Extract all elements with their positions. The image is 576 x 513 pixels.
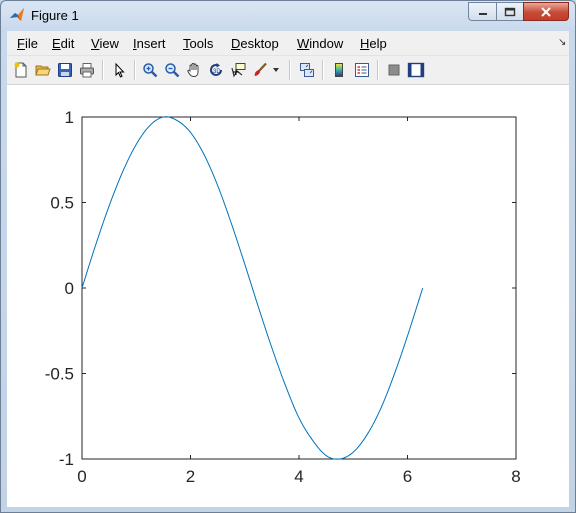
save-icon [58,63,72,77]
figure-window: Figure 1 File Edit View Insert Tools Des… [0,0,576,513]
print-icon [80,63,94,78]
maximize-button[interactable] [496,2,523,21]
insert-legend-icon [355,63,369,77]
menu-help[interactable]: Help [360,36,387,51]
menu-view[interactable]: View [91,36,119,51]
brush-dropdown[interactable] [270,60,282,80]
brush-icon [254,62,267,76]
close-icon [541,6,551,17]
insert-colorbar-icon [335,63,343,77]
figure-canvas[interactable]: 0 2 4 6 8 1 0.5 0 -0.5 -1 [7,85,569,507]
y-tick-label: -1 [59,450,74,469]
insert-legend-button[interactable] [352,60,372,80]
link-plot-button[interactable] [297,60,317,80]
x-tick-label: 6 [403,467,412,486]
x-tick-label: 8 [511,467,520,486]
rotate-3d-button[interactable]: 3D [206,60,226,80]
menu-edit[interactable]: Edit [52,36,74,51]
data-cursor-icon [231,63,246,78]
new-figure-button[interactable] [11,60,31,80]
new-figure-icon [14,62,27,78]
window-title: Figure 1 [31,8,79,23]
x-tick-label: 2 [186,467,195,486]
minimize-button[interactable] [468,2,496,21]
minimize-icon [478,12,487,15]
zoom-in-icon [143,63,158,78]
hide-plot-tools-button[interactable] [384,60,404,80]
figure-toolbar: 3D [7,56,569,85]
close-button[interactable] [523,2,569,21]
menu-insert[interactable]: Insert [133,36,166,51]
menu-bar: File Edit View Insert Tools Desktop Wind… [7,31,569,56]
title-bar[interactable]: Figure 1 [1,1,575,31]
open-file-button[interactable] [33,60,53,80]
axes-box [81,116,517,460]
zoom-out-icon [165,63,180,78]
link-plot-icon [300,63,314,77]
zoom-in-button[interactable] [140,60,160,80]
zoom-out-button[interactable] [162,60,182,80]
data-cursor-button[interactable] [228,60,248,80]
pan-button[interactable] [184,60,204,80]
edit-plot-button[interactable] [109,60,129,80]
menu-desktop[interactable]: Desktop [231,36,279,51]
x-tick-label: 0 [77,467,86,486]
pan-hand-icon [187,63,199,77]
menu-window[interactable]: Window [297,36,343,51]
show-plot-tools-icon [407,62,425,78]
svg-text:3D: 3D [213,69,221,75]
menu-tools[interactable]: Tools [183,36,213,51]
y-tick-label: -0.5 [45,365,74,384]
rotate-3d-icon: 3D [210,63,222,76]
print-button[interactable] [77,60,97,80]
edit-plot-arrow-icon [115,62,125,78]
hide-plot-tools-icon [388,64,400,76]
chevron-down-icon [273,68,279,72]
x-tick-label: 4 [294,467,303,486]
save-button[interactable] [55,60,75,80]
dock-arrow-icon[interactable]: ↘ [558,37,566,48]
matlab-logo-icon [10,8,24,21]
brush-button[interactable] [250,60,270,80]
y-tick-label: 0 [65,279,74,298]
insert-colorbar-button[interactable] [329,60,349,80]
y-tick-label: 1 [65,108,74,127]
maximize-icon [504,7,516,16]
y-tick-label: 0.5 [50,194,74,213]
menu-file[interactable]: File [17,36,38,51]
show-plot-tools-button[interactable] [406,60,426,80]
sine-plot: 0 2 4 6 8 1 0.5 0 -0.5 -1 [45,108,521,486]
open-file-icon [35,65,51,76]
